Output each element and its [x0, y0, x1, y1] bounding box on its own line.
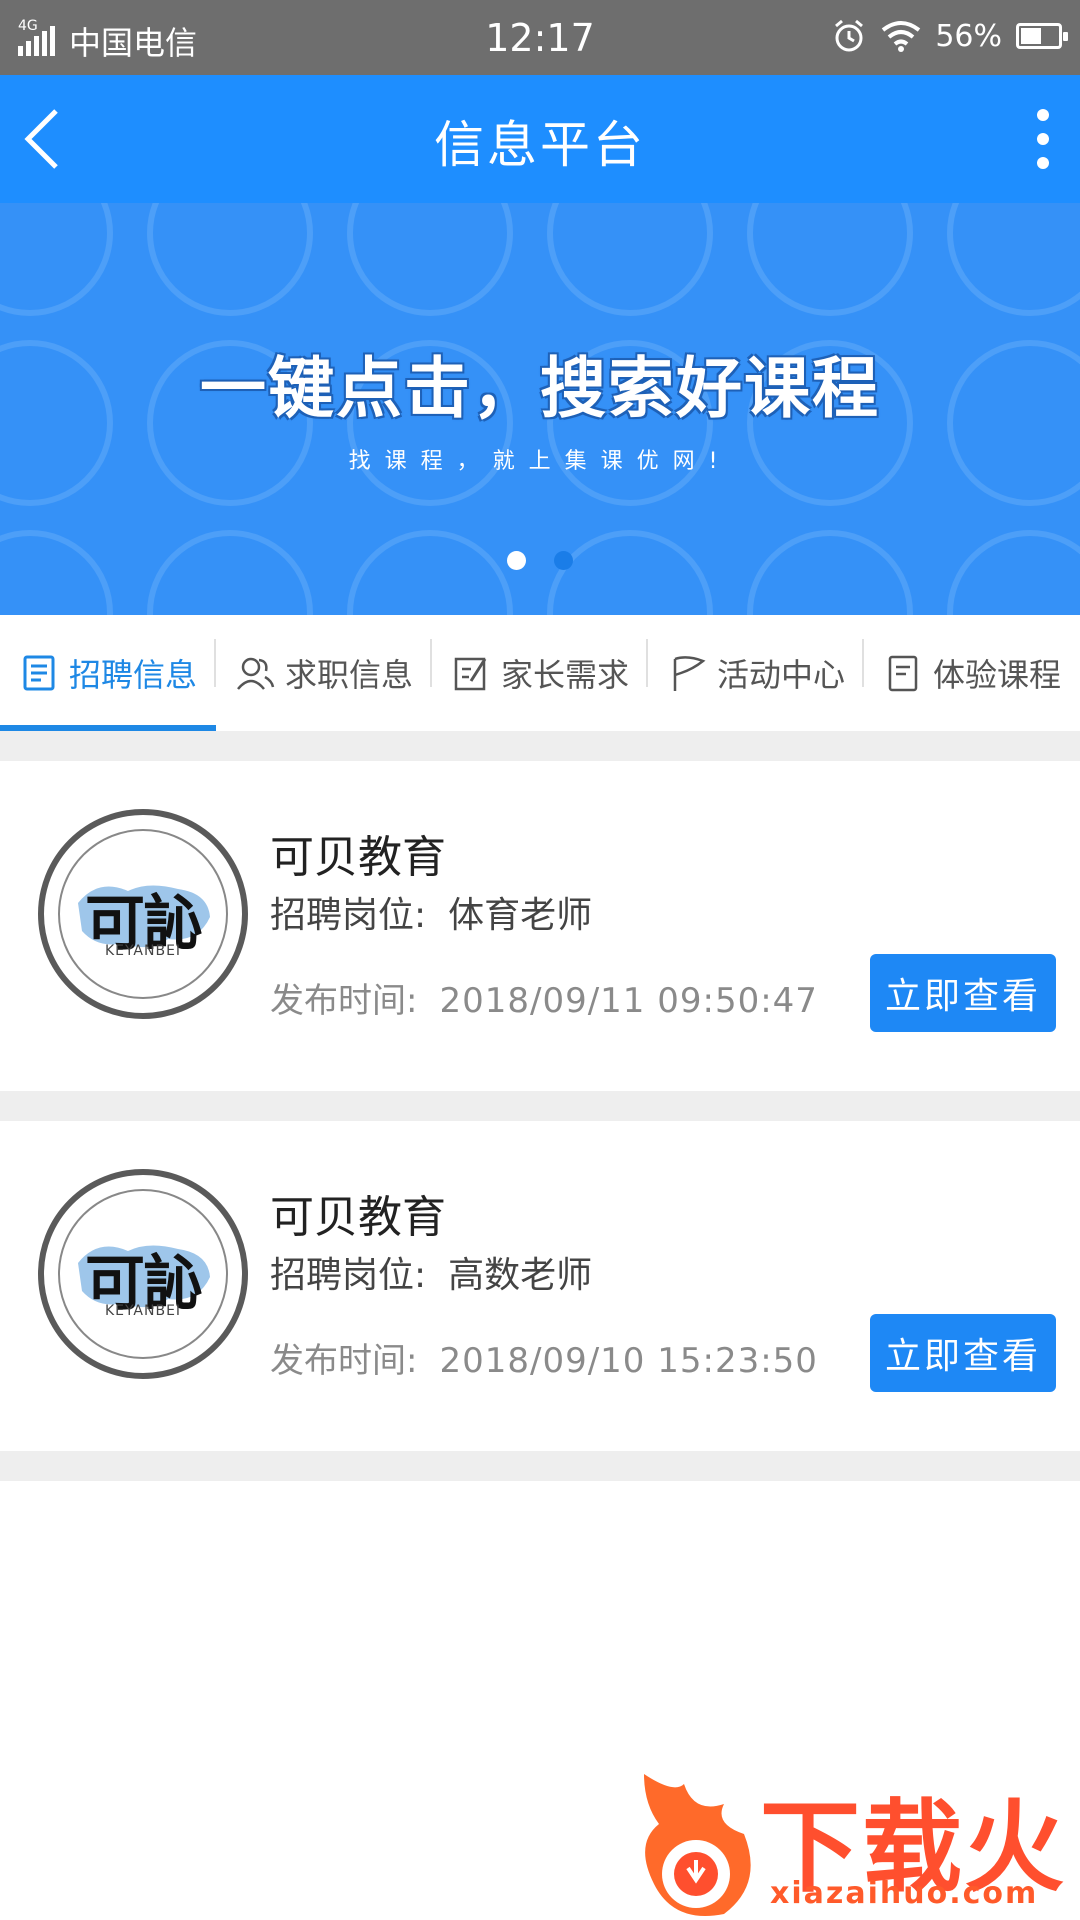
tab-label: 体验课程	[932, 656, 1061, 694]
dot-icon	[1037, 109, 1049, 121]
battery-icon	[1016, 23, 1068, 49]
time-label: 发布时间:	[270, 981, 418, 1021]
watermark-logo: 下载火 xiazaihuo.com	[634, 1750, 1074, 1920]
alarm-icon	[835, 19, 864, 52]
fire-icon	[644, 1774, 751, 1916]
tab-parent-needs[interactable]: 家长需求	[432, 615, 648, 731]
status-bar: 4G 中国电信 12:17 56%	[0, 0, 1080, 75]
company-logo: 可訫 KEYANBEI	[38, 809, 248, 1019]
job-position: 招聘岗位: 高数老师	[270, 1246, 592, 1298]
view-now-button[interactable]: 立即查看	[870, 954, 1056, 1032]
carousel-dot-1[interactable]	[507, 551, 526, 570]
banner-headline: 一键点击，搜索好课程	[200, 350, 880, 427]
tab-label: 家长需求	[500, 656, 629, 694]
job-card[interactable]: 可訫 KEYANBEI 可贝教育 招聘岗位: 高数老师 发布时间: 2018/09/…	[0, 1121, 1080, 1451]
company-name: 可贝教育	[270, 832, 446, 883]
time-value: 2018/09/10 15:23:50	[439, 1341, 818, 1381]
job-card[interactable]: 可訫 KEYANBEI 可贝教育 招聘岗位: 体育老师 发布时间: 2018/09/…	[0, 761, 1080, 1091]
divider	[0, 1091, 1080, 1121]
tab-activity-center[interactable]: 活动中心	[648, 615, 864, 731]
document-icon	[23, 655, 55, 691]
dot-icon	[1037, 133, 1049, 145]
view-now-button[interactable]: 立即查看	[870, 1314, 1056, 1392]
banner-subtitle: 找课程，就上集课优网!	[348, 449, 732, 474]
tab-trial-course[interactable]: 体验课程	[864, 615, 1080, 731]
chevron-left-icon	[24, 109, 58, 169]
publish-time: 发布时间: 2018/09/11 09:50:47	[270, 973, 818, 1022]
position-label: 招聘岗位:	[270, 1255, 427, 1296]
battery-percent: 56%	[935, 18, 1002, 54]
tab-job-seeking[interactable]: 求职信息	[216, 615, 432, 731]
title-bar: 信息平台	[0, 75, 1080, 203]
promo-banner[interactable]: 一键点击，搜索好课程 找课程，就上集课优网!	[0, 203, 1080, 615]
position-label: 招聘岗位:	[270, 895, 427, 936]
carousel-dot-2[interactable]	[554, 551, 573, 570]
category-tabs: 招聘信息 求职信息 家长需求 活动中心 体验课程	[0, 615, 1080, 731]
carousel-indicator	[0, 551, 1080, 570]
divider	[0, 731, 1080, 761]
watermark-url: xiazaihuo.com	[770, 1876, 1039, 1911]
tab-label: 求职信息	[284, 656, 413, 694]
time-value: 2018/09/11 09:50:47	[439, 981, 818, 1021]
position-value: 高数老师	[448, 1255, 593, 1296]
page-title: 信息平台	[434, 116, 646, 174]
tab-label: 招聘信息	[68, 656, 197, 694]
back-button[interactable]	[20, 107, 70, 171]
publish-time: 发布时间: 2018/09/10 15:23:50	[270, 1333, 818, 1382]
company-logo: 可訫 KEYANBEI	[38, 1169, 248, 1379]
users-icon	[237, 657, 275, 690]
tab-recruitment[interactable]: 招聘信息	[0, 615, 216, 731]
company-name: 可贝教育	[270, 1192, 446, 1243]
dot-icon	[1037, 157, 1049, 169]
more-options-button[interactable]	[1028, 103, 1058, 175]
divider	[0, 1451, 1080, 1481]
edit-icon	[454, 657, 487, 691]
tab-label: 活动中心	[716, 656, 845, 694]
clipboard-icon	[888, 655, 918, 692]
flag-icon	[673, 656, 706, 691]
job-position: 招聘岗位: 体育老师	[270, 886, 592, 938]
time-label: 发布时间:	[270, 1341, 418, 1381]
position-value: 体育老师	[448, 895, 593, 936]
wifi-icon	[882, 21, 921, 52]
